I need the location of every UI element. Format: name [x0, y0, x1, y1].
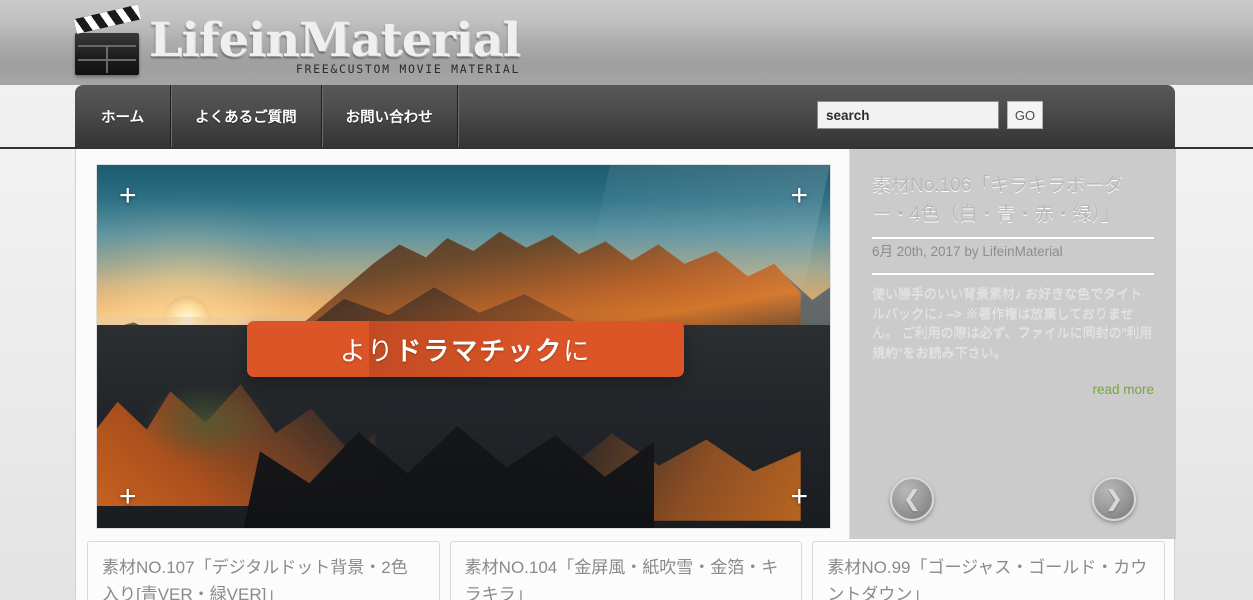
post-card[interactable]: 素材NO.104「金屏風・紙吹雪・金箔・キラキラ」: [449, 541, 803, 600]
page-right-rail: [1176, 149, 1253, 600]
search-go-label: GO: [1014, 107, 1036, 123]
nav-item-label: ホーム: [101, 109, 145, 126]
nav-item-label: お問い合わせ: [345, 109, 433, 126]
nav-item-home[interactable]: ホーム: [75, 85, 172, 147]
featured-post-date: 6月 20th, 2017 by LifeinMaterial: [872, 244, 1063, 259]
main-navigation: ホーム よくあるご質問 お問い合わせ GO: [75, 85, 1175, 147]
content-container: + + + + よりドラマチックに 素材No.106「キラキラボーダー・4色（白…: [75, 149, 1176, 600]
plus-marker-icon: +: [119, 480, 137, 513]
post-card[interactable]: 素材NO.99「ゴージャス・ゴールド・カウントダウン」: [812, 541, 1166, 600]
film-clapperboard-icon: [73, 4, 143, 75]
read-more-link[interactable]: read more: [872, 382, 1154, 397]
site-header: LifeinMaterial FREE&CUSTOM MOVIE MATERIA…: [0, 0, 1253, 85]
recent-posts-row: 素材NO.107「デジタルドット背景・2色入り[青VER・緑VER]」 素材NO…: [76, 541, 1176, 600]
search-area: GO: [817, 101, 1043, 129]
plus-marker-icon: +: [119, 179, 137, 212]
slider-next-button[interactable]: ❯: [1092, 477, 1136, 521]
chevron-left-icon: ❮: [902, 486, 922, 511]
hero-banner: よりドラマチックに: [247, 321, 684, 377]
plus-marker-icon: +: [790, 179, 808, 212]
nav-item-contact[interactable]: お問い合わせ: [322, 85, 458, 147]
hero-banner-prefix: より: [339, 335, 396, 366]
search-go-button[interactable]: GO: [1007, 101, 1043, 129]
featured-slider: + + + + よりドラマチックに 素材No.106「キラキラボーダー・4色（白…: [76, 149, 1176, 539]
nav-item-label: よくあるご質問: [195, 109, 297, 126]
hero-image[interactable]: + + + + よりドラマチックに: [96, 164, 831, 529]
divider-bottom: [872, 273, 1154, 275]
hero-banner-text: よりドラマチックに: [340, 331, 592, 368]
hero-banner-emphasis: ドラマチック: [395, 335, 564, 366]
post-card[interactable]: 素材NO.107「デジタルドット背景・2色入り[青VER・緑VER]」: [87, 541, 440, 600]
search-input[interactable]: [817, 101, 999, 129]
nav-item-faq[interactable]: よくあるご質問: [171, 85, 322, 147]
nav-item-list: ホーム よくあるご質問 お問い合わせ: [75, 85, 458, 147]
plus-marker-icon: +: [790, 480, 808, 513]
post-card-title: 素材NO.99「ゴージャス・ゴールド・カウントダウン」: [827, 558, 1148, 600]
page-root: LifeinMaterial FREE&CUSTOM MOVIE MATERIA…: [0, 0, 1253, 600]
hero-banner-suffix: に: [563, 335, 592, 366]
site-logo[interactable]: LifeinMaterial FREE&CUSTOM MOVIE MATERIA…: [73, 4, 521, 78]
featured-post-panel: 素材No.106「キラキラボーダー・4色（白・青・赤・緑）」 6月 20th, …: [849, 149, 1176, 539]
post-card-title: 素材NO.104「金屏風・紙吹雪・金箔・キラキラ」: [464, 558, 779, 600]
post-card-title: 素材NO.107「デジタルドット背景・2色入り[青VER・緑VER]」: [102, 558, 408, 600]
featured-post-title[interactable]: 素材No.106「キラキラボーダー・4色（白・青・赤・緑）」: [872, 171, 1154, 229]
page-left-rail: [0, 149, 75, 600]
slider-prev-button[interactable]: ❮: [890, 477, 934, 521]
featured-post-excerpt: 使い勝手のいい背景素材♪ お好きな色でタイトルバックに♪ –> ※著作権は放棄し…: [872, 286, 1153, 360]
chevron-right-icon: ❯: [1104, 486, 1124, 511]
site-logo-title: LifeinMaterial: [149, 13, 521, 68]
